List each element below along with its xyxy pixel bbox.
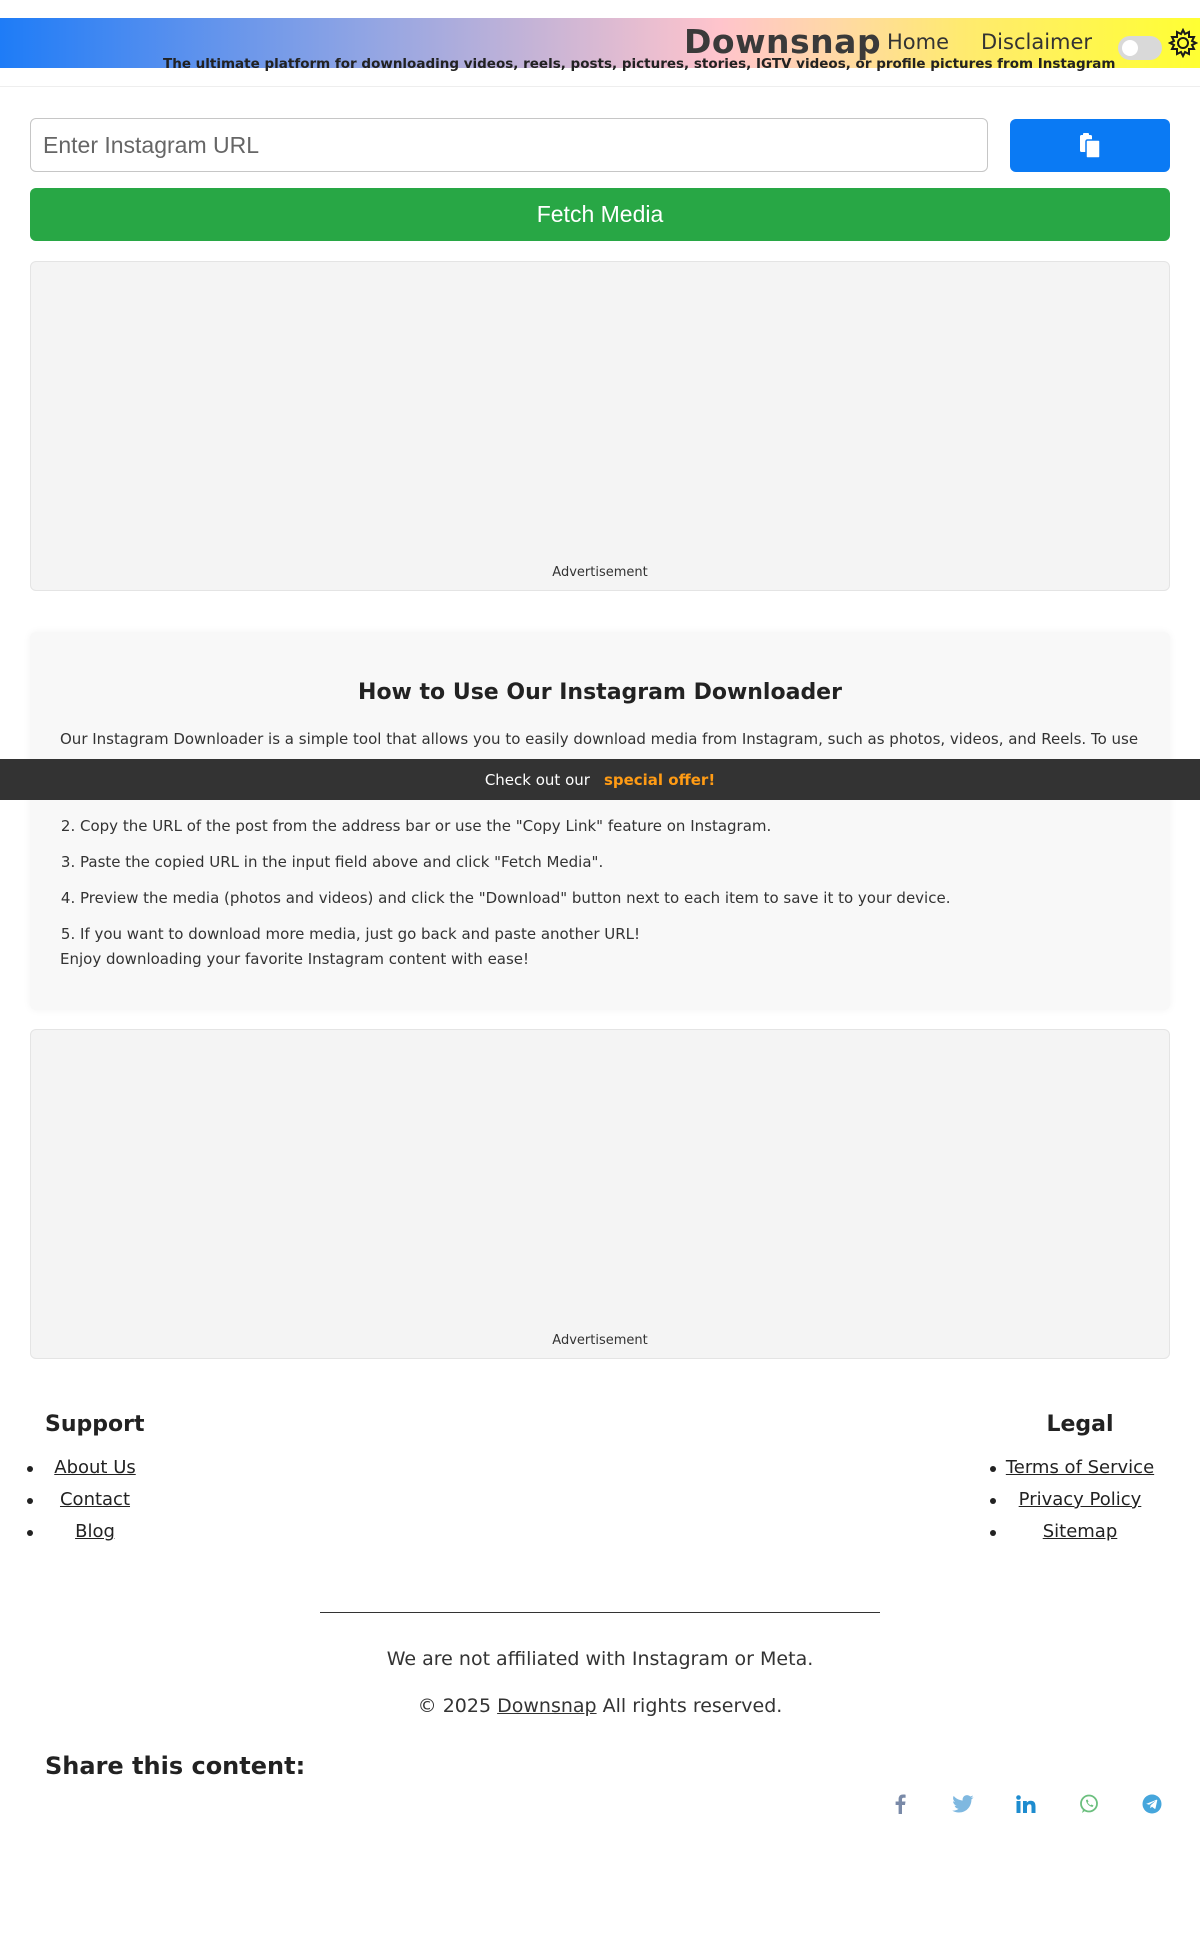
advertisement-slot[interactable]: Advertisement (30, 1029, 1170, 1359)
whatsapp-icon[interactable] (1057, 1792, 1120, 1816)
how-to-outro: Enjoy downloading your favorite Instagra… (60, 950, 530, 968)
blog-link[interactable]: Blog (75, 1521, 115, 1542)
telegram-icon[interactable] (1120, 1792, 1183, 1816)
special-offer-link[interactable]: special offer! (604, 771, 715, 789)
list-item: Paste the copied URL in the input field … (80, 844, 950, 880)
footer-legal-column: Legal Terms of Service Privacy Policy Si… (990, 1412, 1165, 1542)
list-item: Blog (25, 1516, 165, 1548)
share-icons (868, 1792, 1183, 1816)
theme-toggle[interactable] (1118, 36, 1162, 60)
list-item: Preview the media (photos and videos) an… (80, 880, 950, 916)
clipboard-paste-icon (1080, 132, 1101, 159)
brand-link[interactable]: Downsnap (497, 1695, 596, 1717)
offer-text: Check out our (484, 770, 590, 789)
fetch-media-button[interactable]: Fetch Media (30, 188, 1170, 241)
sitemap-link[interactable]: Sitemap (1043, 1521, 1118, 1542)
advertisement-label: Advertisement (552, 1333, 648, 1348)
copyright: © 2025 Downsnap All rights reserved. (0, 1695, 1200, 1717)
support-links: About Us Contact Blog (25, 1452, 165, 1548)
bullet (990, 1498, 996, 1504)
bullet (990, 1466, 996, 1472)
how-to-steps: Copy the URL of the post from the addres… (60, 808, 950, 952)
copyright-suffix: All rights reserved. (602, 1695, 783, 1717)
nav-home-link[interactable]: Home (887, 30, 949, 54)
how-to-intro: Our Instagram Downloader is a simple too… (60, 730, 1139, 754)
bullet (27, 1466, 33, 1472)
bullet (27, 1530, 33, 1536)
footer-support-column: Support About Us Contact Blog (27, 1412, 145, 1542)
list-item: If you want to download more media, just… (80, 916, 950, 952)
how-to-section: How to Use Our Instagram Downloader Our … (30, 632, 1170, 1010)
bullet (27, 1498, 33, 1504)
header-divider (0, 86, 1200, 87)
linkedin-icon[interactable] (994, 1792, 1057, 1816)
advertisement-slot[interactable]: Advertisement (30, 261, 1170, 591)
copyright-prefix: © 2025 (417, 1695, 492, 1717)
tagline: The ultimate platform for downloading vi… (163, 56, 1116, 72)
affiliation-disclaimer: We are not affiliated with Instagram or … (386, 1648, 814, 1670)
footer-divider (320, 1612, 880, 1613)
twitter-icon[interactable] (931, 1792, 994, 1816)
bullet (990, 1530, 996, 1536)
gear-icon[interactable] (1168, 28, 1198, 58)
site-header: Downsnap The ultimate platform for downl… (0, 18, 1200, 72)
legal-links: Terms of Service Privacy Policy Sitemap (990, 1452, 1170, 1548)
instagram-url-input[interactable] (30, 118, 988, 172)
list-item: About Us (25, 1452, 165, 1484)
share-title: Share this content: (45, 1752, 306, 1780)
offer-bar: Check out our special offer! (0, 759, 1200, 800)
contact-link[interactable]: Contact (60, 1489, 130, 1510)
advertisement-label: Advertisement (552, 565, 648, 580)
terms-of-service-link[interactable]: Terms of Service (1006, 1457, 1154, 1478)
paste-button[interactable] (1010, 119, 1170, 172)
list-item: Copy the URL of the post from the addres… (80, 808, 950, 844)
support-heading: Support (45, 1412, 145, 1437)
how-to-title: How to Use Our Instagram Downloader (358, 680, 842, 705)
list-item: Privacy Policy (990, 1484, 1170, 1516)
list-item: Sitemap (990, 1516, 1170, 1548)
toggle-knob (1122, 40, 1138, 56)
nav-disclaimer-link[interactable]: Disclaimer (981, 30, 1092, 54)
about-us-link[interactable]: About Us (54, 1457, 136, 1478)
list-item: Contact (25, 1484, 165, 1516)
list-item: Terms of Service (990, 1452, 1170, 1484)
privacy-policy-link[interactable]: Privacy Policy (1019, 1489, 1142, 1510)
legal-heading: Legal (1046, 1412, 1114, 1437)
facebook-icon[interactable] (868, 1792, 931, 1816)
